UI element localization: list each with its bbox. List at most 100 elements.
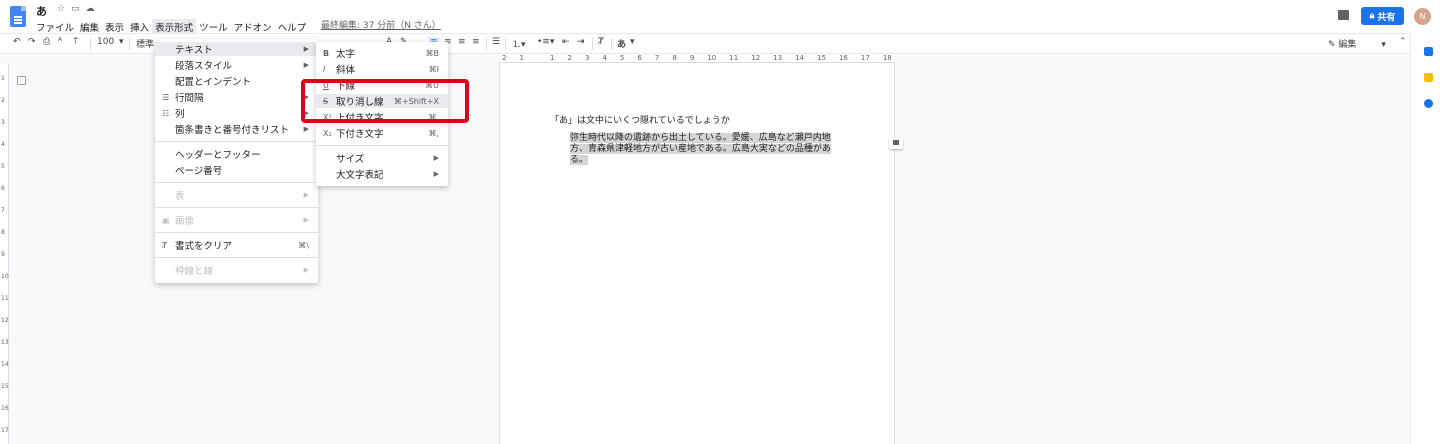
menu-item-label: 下付き文字 [336,129,384,140]
decrease-indent-icon[interactable]: ⇤ [562,37,570,47]
clear-format-icon[interactable]: Ⱦ [598,37,604,47]
menu-item-text[interactable]: テキスト ▶ [155,42,318,56]
keep-icon[interactable] [1424,73,1433,82]
line-spacing-icon: ☰ [162,92,170,102]
ruler-mark: 16 [1,405,9,412]
horizontal-ruler[interactable]: 2 1 1 2 3 4 5 6 7 8 9 10 11 12 13 14 15 … [499,54,895,63]
share-button[interactable]: 🔒︎ 共有 [1361,7,1404,25]
print-icon[interactable]: ⎙ [43,37,50,47]
selected-paragraph[interactable]: 弥生時代以降の遺跡から出土している。愛媛、広島など瀬戸内地方、青森県津軽地方が古… [570,133,832,166]
menu-item-label: ヘッダーとフッター [175,150,261,161]
calendar-icon[interactable] [1424,47,1433,56]
ruler-mark: 14 [795,54,805,62]
ruler-mark: 15 [1,383,9,390]
line-spacing-icon[interactable]: ☰ [492,37,500,47]
columns-icon: ☷ [162,108,170,118]
menu-item-page-numbers[interactable]: ページ番号 [155,163,318,177]
menu-item-clear-formatting[interactable]: Ⱦ 書式をクリア ⌘\ [155,238,318,253]
chevron-down-icon[interactable]: ▾ [119,37,124,47]
editing-mode-select[interactable]: ✎ 編集 ▾ [1328,37,1386,50]
star-icon[interactable]: ☆ [57,4,65,14]
menu-item-paragraph-styles[interactable]: 段落スタイル ▶ [155,58,318,72]
menu-item-label: 表 [175,191,185,202]
menu-item-italic[interactable]: I 斜体 ⌘I [316,62,448,77]
spellcheck-icon[interactable]: ᴬ [58,37,62,47]
menu-item-line-spacing[interactable]: ☰ 行間隔 ▶ [155,90,318,105]
menu-item-size[interactable]: サイズ ▶ [316,151,448,165]
subscript-icon: X₂ [323,128,332,138]
redo-icon[interactable]: ↷ [28,37,36,47]
ruler-mark: 11 [729,54,739,62]
menu-item-headers-footers[interactable]: ヘッダーとフッター [155,147,318,161]
bold-icon: B [323,48,330,58]
align-right-icon[interactable]: ≡ [458,37,466,47]
menu-item-bold[interactable]: B 太字 ⌘B [316,46,448,61]
chevron-up-icon[interactable]: ⌃ [1399,37,1407,47]
menu-item-shortcut: ⌘I [428,64,439,74]
cloud-status-icon[interactable]: ☁ [86,4,95,14]
toolbar-divider [90,38,91,50]
undo-icon[interactable]: ↶ [13,37,21,47]
menu-item-label: 行間隔 [175,93,204,104]
menu-item-label: 配置とインデント [175,77,252,88]
document-title[interactable]: あ [36,3,47,19]
menu-item-borders-lines: 枠線と線 ▶ [155,263,318,277]
menu-item-subscript[interactable]: X₂ 下付き文字 ⌘, [316,126,448,141]
vertical-ruler[interactable]: 1 2 3 4 5 6 7 8 9 10 11 12 13 14 15 16 1… [0,63,9,444]
menu-item-shortcut: ⌘B [425,48,440,58]
avatar[interactable]: N [1414,8,1431,25]
increase-indent-icon[interactable]: ⇥ [577,37,585,47]
menu-item-label: 大文字表記 [336,170,384,181]
menu-item-columns[interactable]: ☷ 列 ▶ [155,106,318,121]
ruler-mark: 8 [672,54,677,62]
ruler-mark: 10 [1,273,9,280]
ruler-mark: 14 [1,361,9,368]
menu-item-shortcut: ⌘\ [298,240,309,250]
side-panel [1410,33,1440,444]
style-select[interactable]: 標準 [136,37,154,50]
ruler-mark: 2 [567,54,572,62]
ruler-mark: 6 [637,54,642,62]
menu-item-capitalization[interactable]: 大文字表記 ▶ [316,167,448,181]
menu-item-label: 太字 [336,49,356,60]
menu-divider [155,232,318,233]
menu-item-label: 書式をクリア [175,241,233,252]
ruler-mark: 4 [602,54,607,62]
docs-logo-icon[interactable] [10,6,26,27]
numbered-list-icon[interactable]: ⒈▾ [512,37,526,50]
menu-item-label: 斜体 [336,65,356,76]
comment-history-icon[interactable] [1338,10,1349,20]
pencil-icon: ✎ [1328,40,1336,50]
document-outline-icon[interactable] [17,76,26,85]
zoom-select[interactable]: 100 [97,37,114,47]
document-heading[interactable]: 「あ」は文中にいくつ隠れているでしょうか [550,113,730,126]
submenu-arrow-icon: ▶ [303,125,309,133]
paint-format-icon[interactable]: ⍑ [73,37,78,47]
input-tools-select[interactable]: あ [617,37,626,50]
lock-icon: 🔒︎ [1369,11,1375,21]
menu-item-label: ページ番号 [175,166,223,177]
menu-item-align-indent[interactable]: 配置とインデント ▶ [155,74,318,88]
submenu-arrow-icon: ▶ [303,45,309,53]
menu-item-lists[interactable]: 箇条書きと番号付きリスト ▶ [155,122,318,136]
menu-item-table: 表 ▶ [155,188,318,202]
align-justify-icon[interactable]: ≡ [472,37,480,47]
chevron-down-icon[interactable]: ▾ [630,37,635,47]
italic-icon: I [323,64,326,74]
last-edit-link[interactable]: 最終編集: 37 分前（N さん） [321,18,441,31]
toolbar-divider [486,38,487,50]
ruler-mark: 2 [1,97,5,104]
add-comment-icon[interactable] [889,137,903,149]
bulleted-list-icon[interactable]: •≡▾ [537,37,554,47]
clear-format-icon: Ⱦ [162,240,167,250]
ruler-mark: 11 [1,295,9,302]
ruler-mark: 9 [689,54,695,62]
submenu-arrow-icon: ▶ [433,170,439,178]
ruler-mark: 5 [619,54,625,62]
menu-divider [155,141,318,142]
move-folder-icon[interactable]: ▭ [71,4,80,14]
document-page[interactable]: 「あ」は文中にいくつ隠れているでしょうか 弥生時代以降の遺跡から出土している。愛… [499,63,895,444]
tasks-icon[interactable] [1424,99,1433,108]
ruler-mark: 18 [882,54,892,62]
menu-item-label: 画像 [175,216,195,227]
